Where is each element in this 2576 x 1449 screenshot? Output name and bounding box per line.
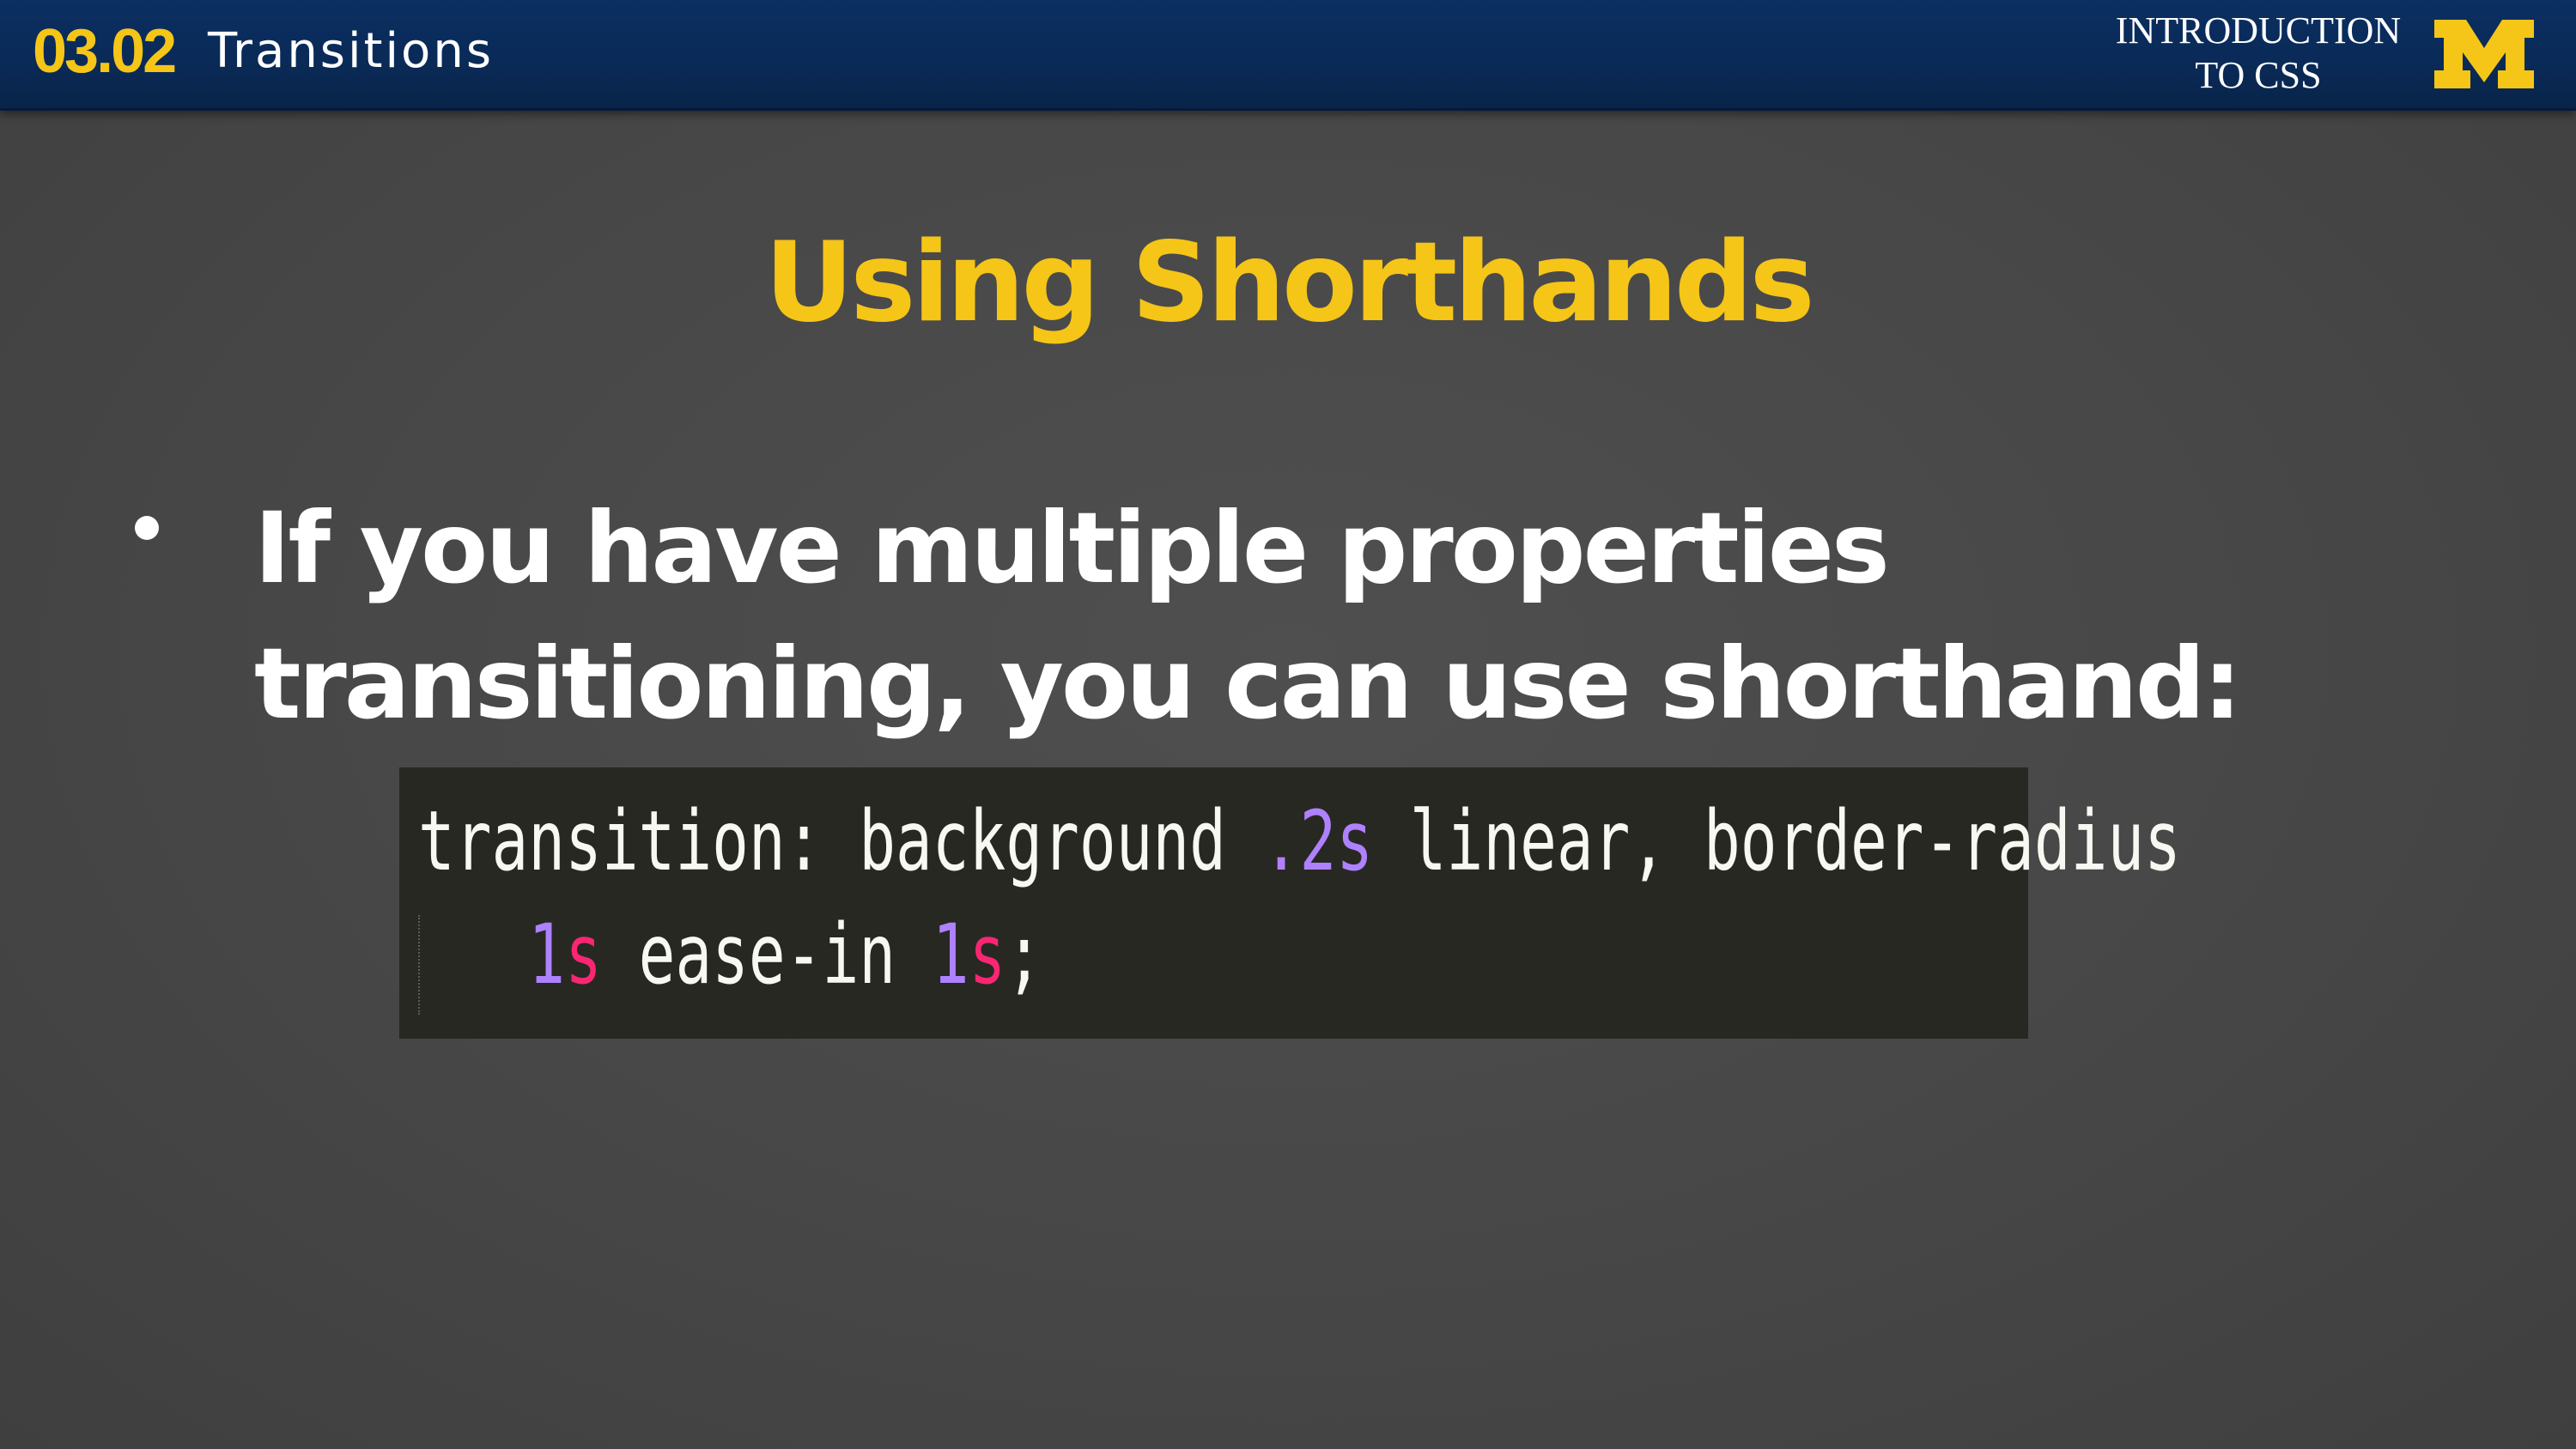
- code-line-2: 1s ease-in 1s;: [418, 903, 1042, 1006]
- header-bar: 03.02 Transitions INTRODUCTION TO CSS: [0, 0, 2576, 111]
- lesson-number: 03.02: [33, 17, 177, 86]
- code-token: ease-in: [601, 906, 933, 1003]
- course-name: INTRODUCTION TO CSS: [2115, 9, 2402, 96]
- code-token: transition: background: [418, 793, 1263, 889]
- code-unit: s: [1336, 793, 1374, 889]
- code-token: ;: [1005, 906, 1043, 1003]
- lesson-title: Transitions: [208, 23, 494, 79]
- slide-title: Using Shorthands: [764, 219, 1814, 347]
- bullet-text: If you have multiple properties transiti…: [254, 491, 2242, 741]
- code-token: linear, border-radius: [1373, 793, 2181, 889]
- code-line-1: transition: background .2s linear, borde…: [418, 790, 2181, 893]
- code-block: transition: background .2s linear, borde…: [399, 767, 2181, 1039]
- university-block-m-logo-icon: [2434, 20, 2534, 88]
- bullet-icon: [135, 516, 159, 540]
- slide: 03.02 Transitions INTRODUCTION TO CSS Us…: [0, 0, 2576, 1449]
- code-number: 1: [932, 906, 969, 1003]
- code-number: .2: [1262, 793, 1337, 889]
- code-unit: s: [565, 906, 602, 1003]
- code-unit: s: [969, 906, 1006, 1003]
- code-number: 1: [528, 906, 566, 1003]
